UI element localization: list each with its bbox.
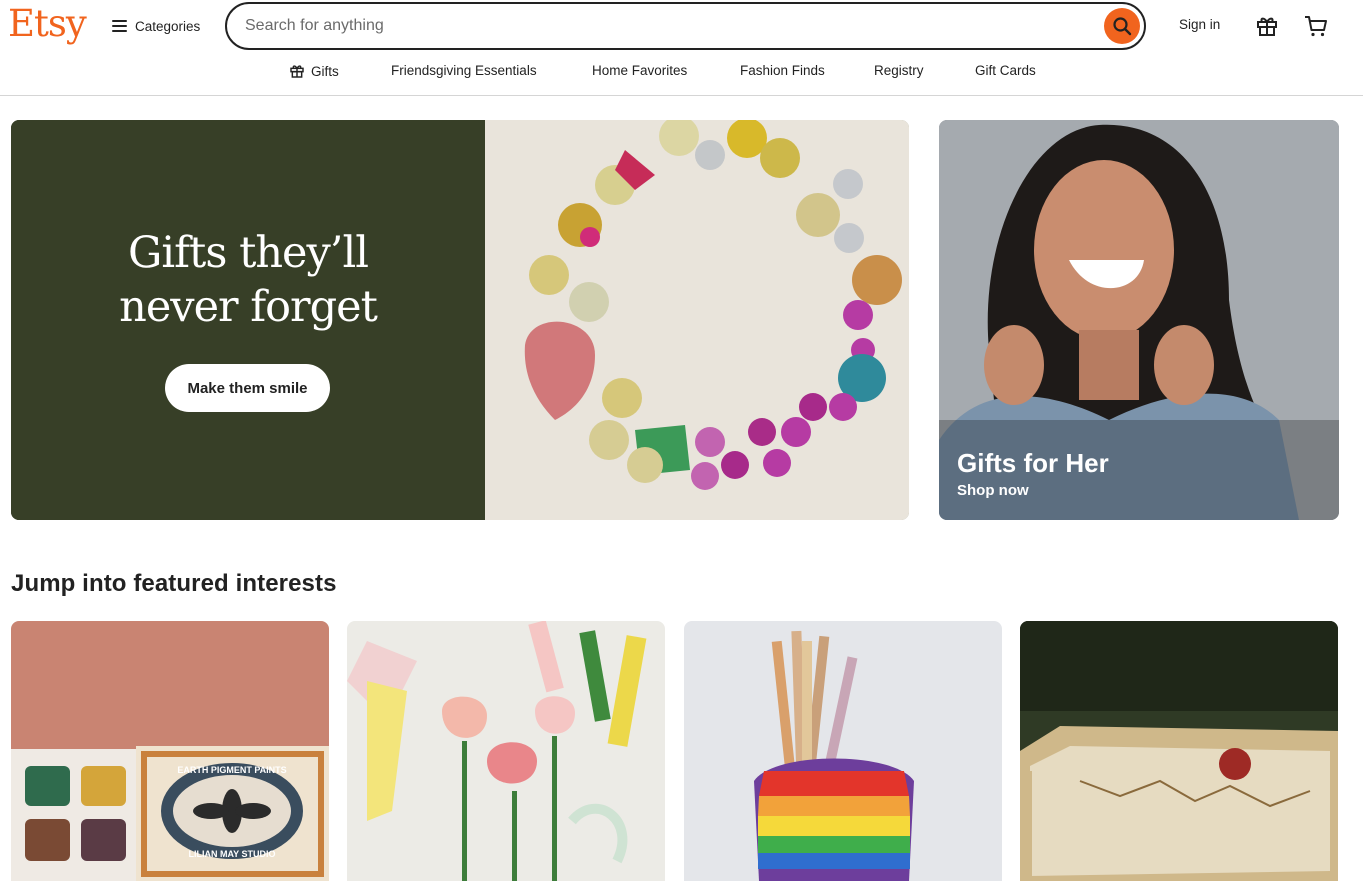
- rainbow-origami-photo: [684, 621, 1002, 881]
- nav-item-gift-cards[interactable]: Gift Cards: [975, 63, 1036, 78]
- gift-icon[interactable]: [1255, 14, 1279, 38]
- featured-tile-origami[interactable]: [684, 621, 1002, 881]
- side-card-title: Gifts for Her: [957, 448, 1109, 478]
- featured-tile-paper-flowers[interactable]: [347, 621, 665, 881]
- gift-icon: [290, 65, 304, 78]
- make-them-smile-button[interactable]: Make them smile: [165, 364, 330, 412]
- featured-tile-wood-tray[interactable]: [1020, 621, 1338, 881]
- menu-icon: [112, 20, 127, 32]
- nav-item-gifts[interactable]: Gifts: [289, 63, 339, 79]
- tile-stamp-text: LILIAN MAY STUDIO: [188, 849, 275, 859]
- search-button[interactable]: [1104, 8, 1140, 44]
- categories-button[interactable]: Categories: [112, 14, 200, 38]
- sign-in-link[interactable]: Sign in: [1179, 17, 1220, 32]
- cart-icon[interactable]: [1303, 14, 1329, 38]
- tile-stamp-text: EARTH PIGMENT PAINTS: [177, 765, 286, 775]
- search-bar: [225, 2, 1146, 50]
- gifts-for-her-card[interactable]: Gifts for Her Shop now: [939, 120, 1339, 520]
- search-icon: [1113, 17, 1132, 36]
- hero-banner[interactable]: Gifts they’ll never forget Make them smi…: [11, 120, 909, 520]
- nav-item-label: Gifts: [311, 63, 339, 79]
- hero-title: Gifts they’ll never forget: [11, 226, 485, 334]
- nav-item-registry[interactable]: Registry: [874, 63, 924, 78]
- category-nav: Gifts Friendsgiving Essentials Home Favo…: [0, 60, 1363, 84]
- search-input[interactable]: [245, 14, 1085, 38]
- shop-now-link[interactable]: Shop now: [957, 482, 1029, 499]
- nav-item-fashion-finds[interactable]: Fashion Finds: [740, 63, 825, 78]
- hero-title-line: Gifts they’ll: [128, 228, 369, 278]
- etsy-logo[interactable]: Etsy: [8, 2, 87, 45]
- hero-text-panel: Gifts they’ll never forget Make them smi…: [11, 120, 485, 520]
- site-header: Etsy Categories Sign in: [0, 0, 1363, 96]
- ornament-wreath-illustration: [485, 120, 909, 520]
- nav-item-friendsgiving[interactable]: Friendsgiving Essentials: [391, 63, 537, 78]
- hero-title-line: never forget: [119, 282, 378, 332]
- paper-tulips-photo: [347, 621, 665, 881]
- section-title: Jump into featured interests: [11, 570, 337, 597]
- nav-item-home-favorites[interactable]: Home Favorites: [592, 63, 687, 78]
- ornaments-image: [485, 120, 909, 520]
- featured-tile-paints[interactable]: EARTH PIGMENT PAINTS LILIAN MAY STUDIO: [11, 621, 329, 881]
- categories-label: Categories: [135, 18, 201, 34]
- wooden-tray-photo: [1020, 621, 1338, 881]
- pigment-paints-photo: EARTH PIGMENT PAINTS LILIAN MAY STUDIO: [11, 621, 329, 881]
